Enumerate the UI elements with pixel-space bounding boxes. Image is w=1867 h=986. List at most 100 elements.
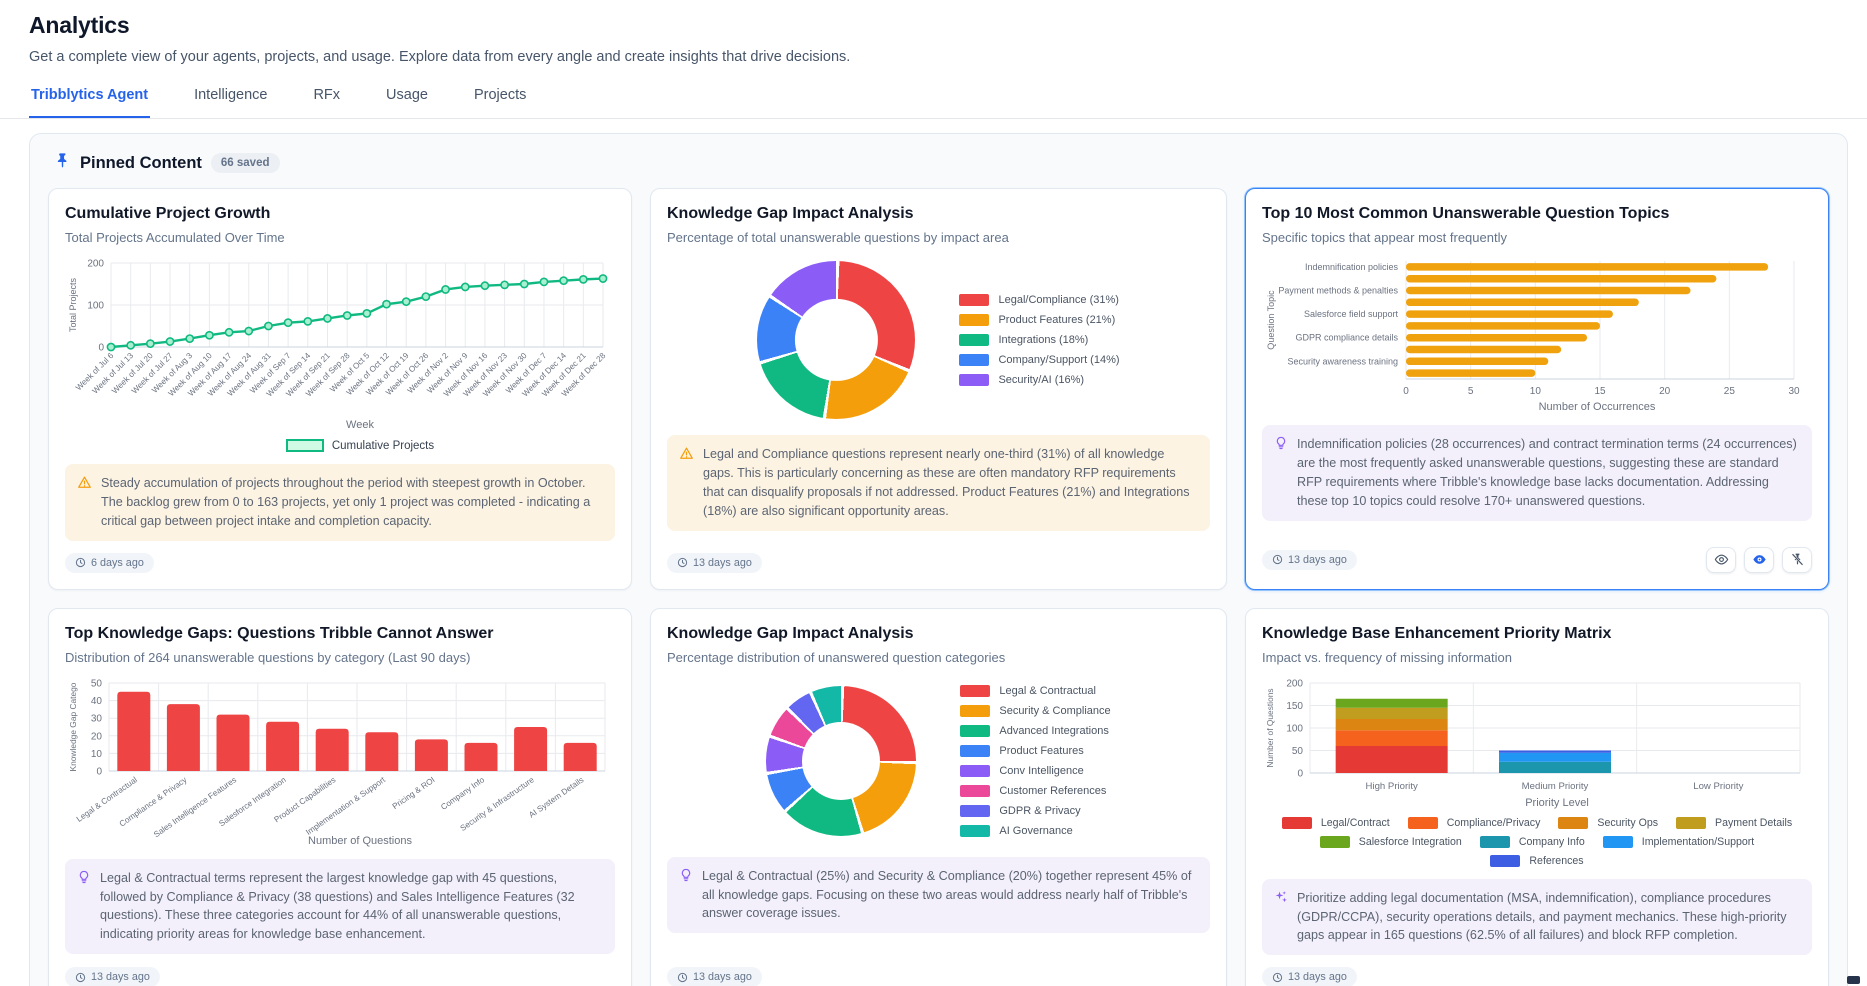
tab-rfx[interactable]: RFx bbox=[311, 87, 342, 118]
svg-text:50: 50 bbox=[91, 678, 103, 689]
sparkles-icon bbox=[1274, 890, 1288, 946]
svg-text:Implementation & Support: Implementation & Support bbox=[304, 775, 387, 837]
svg-text:Sales Intelligence Features: Sales Intelligence Features bbox=[152, 775, 238, 839]
note-text: Legal & Contractual terms represent the … bbox=[100, 869, 603, 945]
chart: Legal/Compliance (31%)Product Features (… bbox=[667, 255, 1210, 423]
svg-text:30: 30 bbox=[1788, 386, 1800, 397]
pinned-card[interactable]: Top 10 Most Common Unanswerable Question… bbox=[1245, 188, 1829, 590]
timestamp-text: 6 days ago bbox=[91, 557, 144, 569]
card-subtitle: Percentage of total unanswerable questio… bbox=[667, 230, 1210, 245]
svg-text:25: 25 bbox=[1724, 386, 1736, 397]
clock-icon bbox=[75, 557, 86, 568]
pinned-card[interactable]: Knowledge Base Enhancement Priority Matr… bbox=[1245, 608, 1829, 986]
card-footer: 13 days ago bbox=[667, 955, 1210, 986]
insight-note: Steady accumulation of projects througho… bbox=[65, 464, 615, 541]
tab-projects[interactable]: Projects bbox=[472, 87, 528, 118]
warning-icon bbox=[77, 475, 92, 531]
timestamp-badge: 13 days ago bbox=[1262, 967, 1357, 986]
pinned-content-section: Pinned Content 66 saved Cumulative Proje… bbox=[29, 133, 1848, 986]
card-footer: 13 days ago bbox=[1262, 535, 1812, 573]
analytics-page: Analytics Get a complete view of your ag… bbox=[0, 0, 1867, 986]
svg-text:Question Topic: Question Topic bbox=[1266, 290, 1276, 350]
timestamp-text: 13 days ago bbox=[91, 971, 150, 983]
clock-icon bbox=[1272, 554, 1283, 565]
card-subtitle: Percentage distribution of unanswered qu… bbox=[667, 650, 1210, 665]
lightbulb-icon bbox=[679, 868, 693, 924]
horizontal-scrollbar-thumb[interactable] bbox=[1847, 976, 1860, 984]
svg-text:50: 50 bbox=[1292, 746, 1304, 757]
svg-text:Medium Priority: Medium Priority bbox=[1522, 781, 1589, 792]
svg-text:200: 200 bbox=[1286, 678, 1303, 689]
card-title: Knowledge Base Enhancement Priority Matr… bbox=[1262, 625, 1812, 643]
tab-tribblytics-agent[interactable]: Tribblytics Agent bbox=[29, 87, 150, 118]
view-icon-button[interactable] bbox=[1706, 547, 1736, 573]
svg-text:Payment methods & penalties: Payment methods & penalties bbox=[1278, 286, 1398, 296]
pinned-card[interactable]: Knowledge Gap Impact Analysis Percentage… bbox=[650, 188, 1227, 590]
tab-usage[interactable]: Usage bbox=[384, 87, 430, 118]
insight-note: Legal & Contractual (25%) and Security &… bbox=[667, 857, 1210, 934]
svg-text:30: 30 bbox=[91, 713, 103, 724]
insight-note: Legal & Contractual terms represent the … bbox=[65, 859, 615, 955]
timestamp-text: 13 days ago bbox=[693, 971, 752, 983]
clock-icon bbox=[1272, 972, 1283, 983]
lightbulb-icon bbox=[1274, 436, 1288, 511]
warning-icon bbox=[679, 446, 694, 521]
card-subtitle: Distribution of 264 unanswerable questio… bbox=[65, 650, 615, 665]
card-footer: 13 days ago bbox=[667, 541, 1210, 573]
insight-note: Indemnification policies (28 occurrences… bbox=[1262, 425, 1812, 521]
card-title: Top Knowledge Gaps: Questions Tribble Ca… bbox=[65, 625, 615, 643]
chart: Legal & ContractualSecurity & Compliance… bbox=[667, 675, 1210, 845]
chart: 051015202530Indemnification policiesPaym… bbox=[1262, 255, 1812, 413]
svg-text:Security awareness training: Security awareness training bbox=[1287, 356, 1398, 366]
svg-text:15: 15 bbox=[1594, 386, 1606, 397]
insights-eye-icon bbox=[1752, 552, 1767, 567]
chart: 01020304050Legal & ContractualCompliance… bbox=[65, 675, 615, 847]
card-title: Knowledge Gap Impact Analysis bbox=[667, 205, 1210, 223]
svg-text:5: 5 bbox=[1468, 386, 1474, 397]
card-actions bbox=[1706, 547, 1812, 573]
chart: 050100150200High PriorityMedium Priority… bbox=[1262, 675, 1812, 867]
timestamp-badge: 13 days ago bbox=[667, 967, 762, 986]
saved-count-badge: 66 saved bbox=[211, 153, 280, 173]
card-footer: 13 days ago bbox=[65, 955, 615, 986]
svg-text:Total Projects: Total Projects bbox=[68, 277, 78, 332]
svg-text:0: 0 bbox=[1403, 386, 1409, 397]
lightbulb-icon bbox=[77, 870, 91, 945]
tab-intelligence[interactable]: Intelligence bbox=[192, 87, 269, 118]
svg-text:Low Priority: Low Priority bbox=[1693, 781, 1743, 792]
note-text: Indemnification policies (28 occurrences… bbox=[1297, 435, 1800, 511]
timestamp-badge: 6 days ago bbox=[65, 553, 154, 573]
timestamp-text: 13 days ago bbox=[693, 557, 752, 569]
svg-text:AI System Details: AI System Details bbox=[527, 775, 585, 819]
timestamp-badge: 13 days ago bbox=[65, 967, 160, 986]
card-title: Top 10 Most Common Unanswerable Question… bbox=[1262, 205, 1812, 223]
page-title: Analytics bbox=[29, 12, 1838, 39]
card-footer: 13 days ago bbox=[1262, 955, 1812, 986]
pinned-card[interactable]: Top Knowledge Gaps: Questions Tribble Ca… bbox=[48, 608, 632, 986]
unpin-icon-button[interactable] bbox=[1782, 547, 1812, 573]
clock-icon bbox=[75, 972, 86, 983]
tab-bar: Tribblytics Agent Intelligence RFx Usage… bbox=[0, 87, 1867, 119]
svg-text:0: 0 bbox=[96, 766, 102, 777]
svg-text:20: 20 bbox=[1659, 386, 1671, 397]
insights-eye-icon-button[interactable] bbox=[1744, 547, 1774, 573]
svg-text:40: 40 bbox=[91, 696, 103, 707]
svg-text:100: 100 bbox=[1286, 723, 1303, 734]
svg-text:Pricing & ROI: Pricing & ROI bbox=[391, 775, 437, 811]
svg-text:Salesforce field support: Salesforce field support bbox=[1304, 309, 1399, 319]
svg-text:200: 200 bbox=[87, 259, 104, 270]
pinned-card[interactable]: Cumulative Project Growth Total Projects… bbox=[48, 188, 632, 590]
timestamp-text: 13 days ago bbox=[1288, 554, 1347, 566]
svg-text:Knowledge Gap Catego: Knowledge Gap Catego bbox=[68, 682, 78, 771]
note-text: Prioritize adding legal documentation (M… bbox=[1297, 889, 1800, 946]
note-text: Legal and Compliance questions represent… bbox=[703, 445, 1198, 521]
svg-text:Number of Questions: Number of Questions bbox=[1265, 688, 1275, 767]
svg-text:0: 0 bbox=[1297, 768, 1303, 779]
clock-icon bbox=[677, 972, 688, 983]
svg-text:100: 100 bbox=[87, 301, 104, 312]
insight-note: Legal and Compliance questions represent… bbox=[667, 435, 1210, 531]
pinned-cards-grid: Cumulative Project Growth Total Projects… bbox=[48, 188, 1829, 986]
card-subtitle: Impact vs. frequency of missing informat… bbox=[1262, 650, 1812, 665]
card-subtitle: Specific topics that appear most frequen… bbox=[1262, 230, 1812, 245]
pinned-card[interactable]: Knowledge Gap Impact Analysis Percentage… bbox=[650, 608, 1227, 986]
